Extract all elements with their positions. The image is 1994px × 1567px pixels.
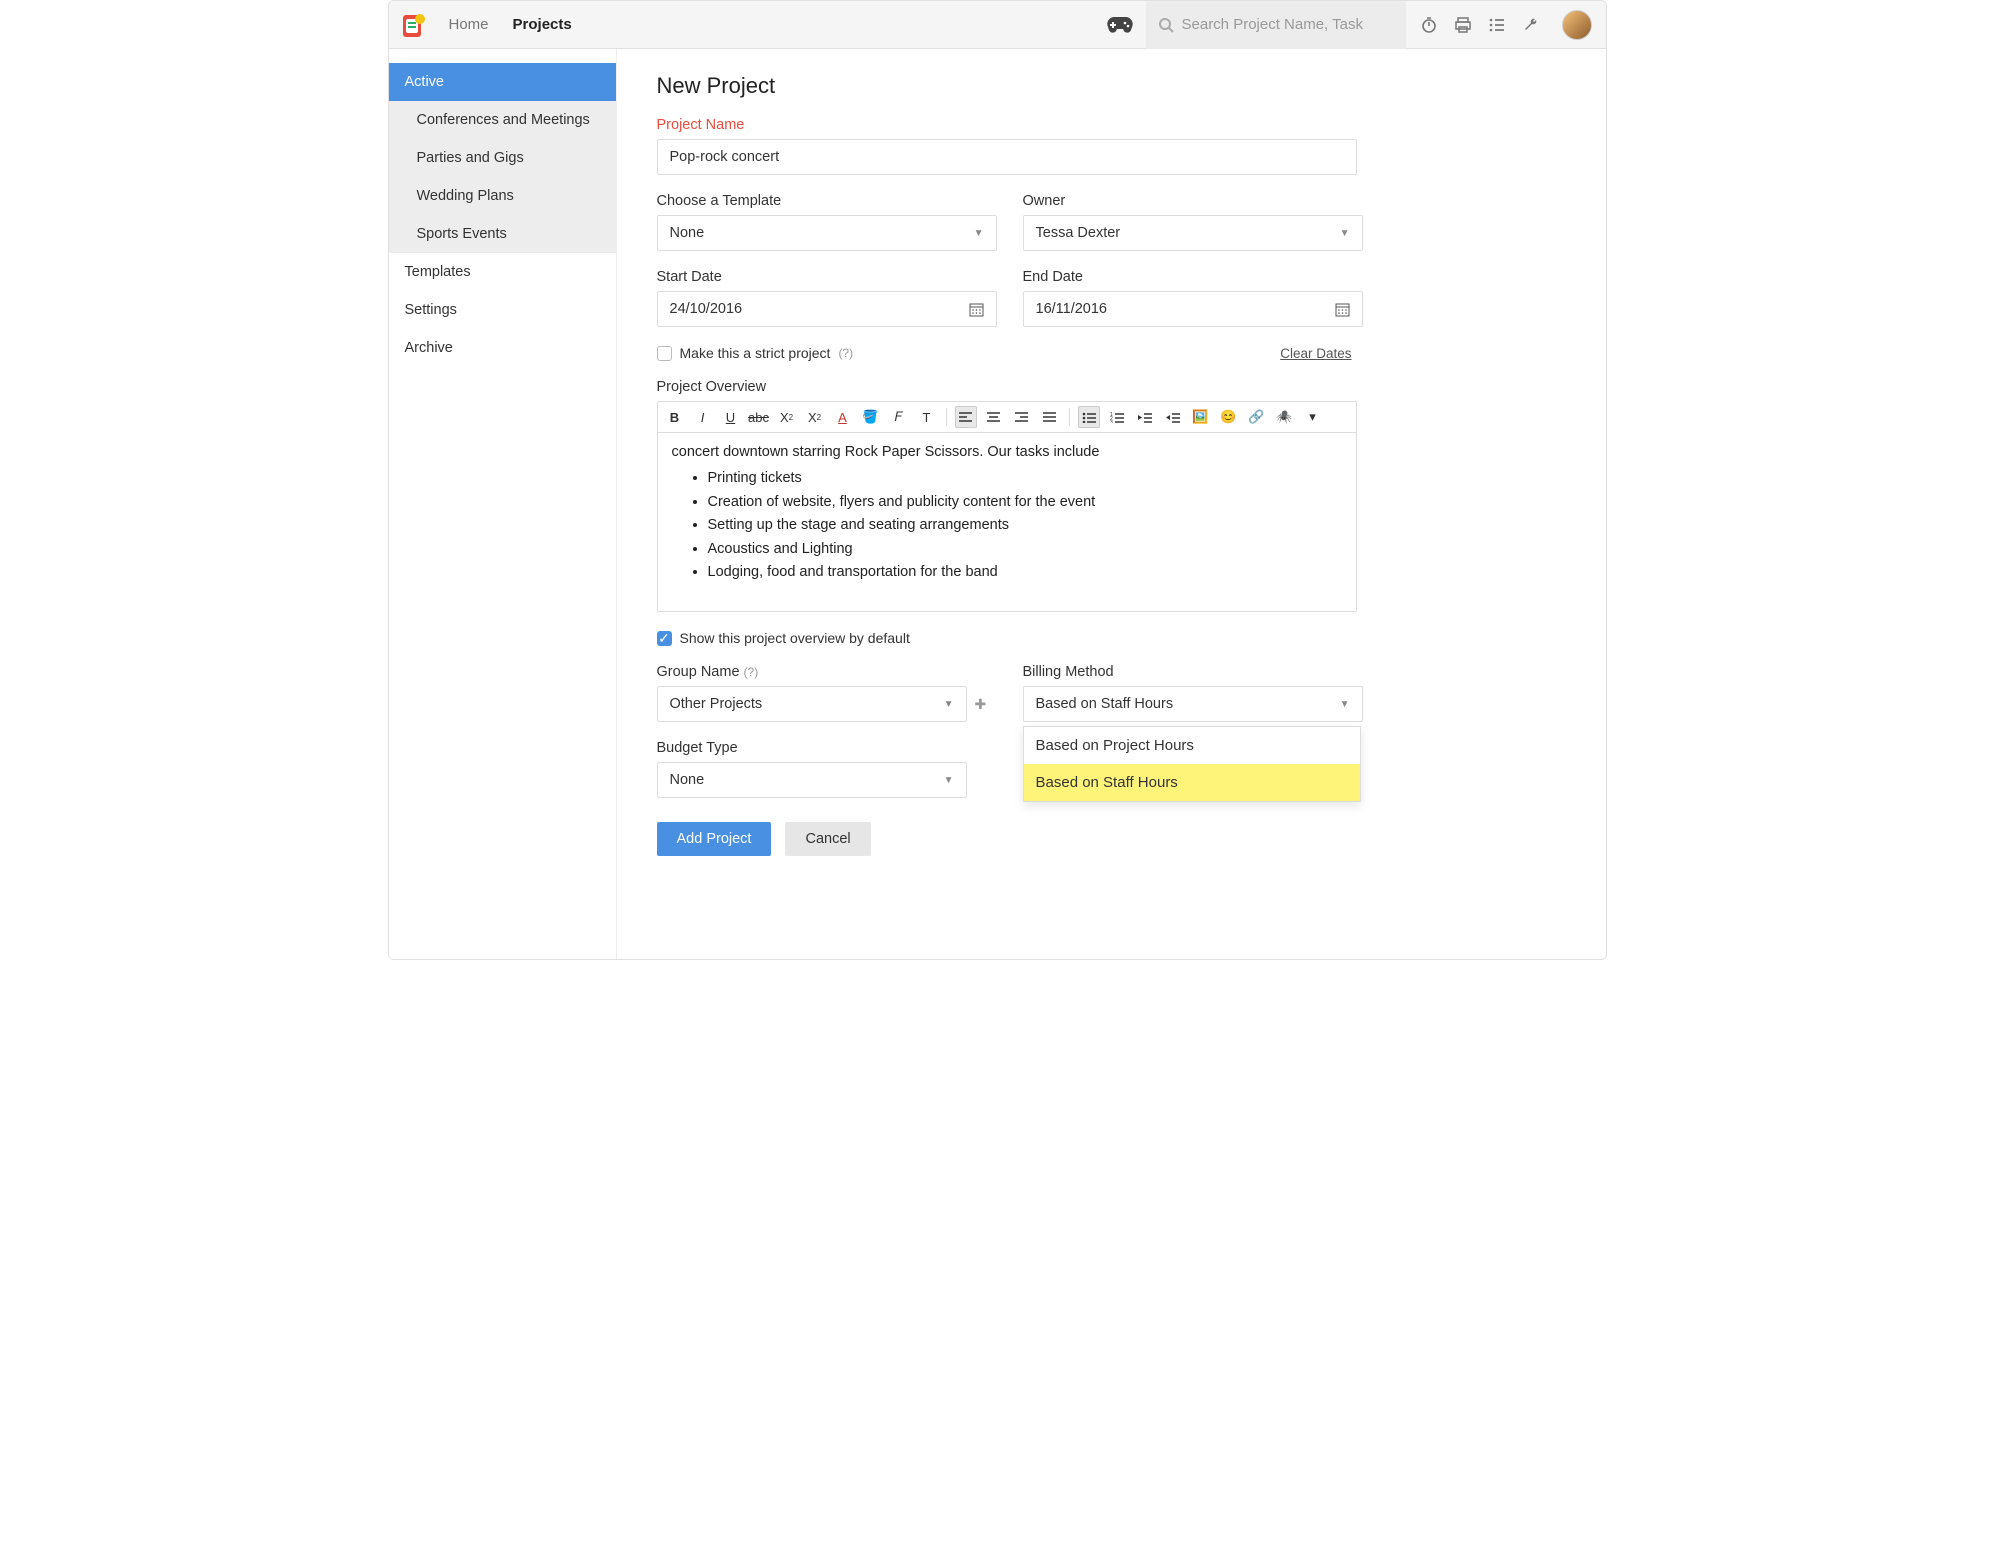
print-icon[interactable] <box>1454 16 1472 34</box>
show-overview-label: Show this project overview by default <box>680 630 910 646</box>
strike-icon[interactable]: abc <box>748 406 770 428</box>
overview-item: Creation of website, flyers and publicit… <box>708 491 1342 513</box>
billing-option-project-hours[interactable]: Based on Project Hours <box>1024 727 1360 764</box>
align-center-icon[interactable] <box>983 406 1005 428</box>
group-select[interactable]: Other Projects ▼ <box>657 686 967 722</box>
indent-icon[interactable] <box>1162 406 1184 428</box>
budget-label: Budget Type <box>657 740 997 756</box>
caret-icon: ▼ <box>944 699 954 710</box>
owner-value: Tessa Dexter <box>1036 225 1121 241</box>
text-color-icon[interactable]: A <box>832 406 854 428</box>
overview-item: Setting up the stage and seating arrange… <box>708 514 1342 536</box>
italic-icon[interactable]: I <box>692 406 714 428</box>
billing-label: Billing Method <box>1023 664 1363 680</box>
sidebar-tab-active[interactable]: Active <box>389 63 616 101</box>
group-label: Group Name (?) <box>657 664 997 680</box>
sidebar-item-sports[interactable]: Sports Events <box>389 215 616 253</box>
underline-icon[interactable]: U <box>720 406 742 428</box>
calendar-icon <box>1335 302 1350 317</box>
strict-help-icon[interactable]: (?) <box>838 346 853 360</box>
end-date-label: End Date <box>1023 269 1363 285</box>
owner-label: Owner <box>1023 193 1363 209</box>
caret-icon: ▼ <box>1340 699 1350 710</box>
sidebar-archive[interactable]: Archive <box>389 329 616 367</box>
show-overview-checkbox[interactable]: ✓ <box>657 631 672 646</box>
app-logo[interactable] <box>389 11 437 39</box>
budget-select[interactable]: None ▼ <box>657 762 967 798</box>
clear-dates-link[interactable]: Clear Dates <box>1280 346 1351 361</box>
overview-item: Acoustics and Lighting <box>708 538 1342 560</box>
link-icon[interactable]: 🔗 <box>1246 406 1268 428</box>
strict-label: Make this a strict project <box>680 345 831 361</box>
billing-dropdown: Based on Project Hours Based on Staff Ho… <box>1023 726 1361 802</box>
end-date-input[interactable]: 16/11/2016 <box>1023 291 1363 327</box>
timer-icon[interactable] <box>1420 16 1438 34</box>
superscript-icon[interactable]: X2 <box>804 406 826 428</box>
start-date-input[interactable]: 24/10/2016 <box>657 291 997 327</box>
project-name-label: Project Name <box>657 117 1566 133</box>
group-value: Other Projects <box>670 696 763 712</box>
nav-projects[interactable]: Projects <box>513 16 572 33</box>
emoji-icon[interactable]: 😊 <box>1218 406 1240 428</box>
svg-text:3: 3 <box>1110 420 1113 423</box>
bold-icon[interactable]: B <box>664 406 686 428</box>
overview-item: Printing tickets <box>708 467 1342 489</box>
bullet-list-icon[interactable] <box>1078 406 1100 428</box>
end-date-value: 16/11/2016 <box>1036 301 1108 317</box>
align-justify-icon[interactable] <box>1039 406 1061 428</box>
overview-item: Lodging, food and transportation for the… <box>708 561 1342 583</box>
strict-checkbox[interactable] <box>657 346 672 361</box>
overview-editor[interactable]: concert downtown starring Rock Paper Sci… <box>657 432 1357 612</box>
template-value: None <box>670 225 705 241</box>
sidebar-templates[interactable]: Templates <box>389 253 616 291</box>
sidebar-item-wedding[interactable]: Wedding Plans <box>389 177 616 215</box>
owner-select[interactable]: Tessa Dexter ▼ <box>1023 215 1363 251</box>
project-name-input[interactable] <box>657 139 1357 175</box>
billing-value: Based on Staff Hours <box>1036 696 1174 712</box>
group-help-icon[interactable]: (?) <box>744 665 759 679</box>
more-icon[interactable]: ▾ <box>1302 406 1324 428</box>
font-size-icon[interactable]: T <box>916 406 938 428</box>
search-box[interactable] <box>1146 1 1406 49</box>
subscript-icon[interactable]: X2 <box>776 406 798 428</box>
start-date-value: 24/10/2016 <box>670 301 743 317</box>
search-input[interactable] <box>1182 16 1394 33</box>
sidebar-settings[interactable]: Settings <box>389 291 616 329</box>
editor-toolbar: B I U abc X2 X2 A 🪣 𝐹 T <box>657 401 1357 432</box>
list-icon[interactable] <box>1488 16 1506 34</box>
code-icon[interactable]: 🕷️ <box>1274 406 1296 428</box>
caret-icon: ▼ <box>1340 228 1350 239</box>
sidebar-item-parties[interactable]: Parties and Gigs <box>389 139 616 177</box>
start-date-label: Start Date <box>657 269 997 285</box>
image-icon[interactable]: 🖼️ <box>1190 406 1212 428</box>
align-right-icon[interactable] <box>1011 406 1033 428</box>
billing-select[interactable]: Based on Staff Hours ▼ <box>1023 686 1363 722</box>
add-project-button[interactable]: Add Project <box>657 822 772 856</box>
align-left-icon[interactable] <box>955 406 977 428</box>
billing-option-staff-hours[interactable]: Based on Staff Hours <box>1024 764 1360 801</box>
cancel-button[interactable]: Cancel <box>785 822 870 856</box>
caret-icon: ▼ <box>944 775 954 786</box>
template-label: Choose a Template <box>657 193 997 209</box>
font-family-icon[interactable]: 𝐹 <box>888 406 910 428</box>
budget-value: None <box>670 772 705 788</box>
overview-intro: concert downtown starring Rock Paper Sci… <box>672 441 1342 463</box>
wrench-icon[interactable] <box>1522 16 1540 34</box>
page-title: New Project <box>657 73 1566 99</box>
bg-color-icon[interactable]: 🪣 <box>860 406 882 428</box>
calendar-icon <box>969 302 984 317</box>
search-icon <box>1158 17 1174 33</box>
overview-label: Project Overview <box>657 379 1363 395</box>
number-list-icon[interactable]: 123 <box>1106 406 1128 428</box>
template-select[interactable]: None ▼ <box>657 215 997 251</box>
nav-home[interactable]: Home <box>449 16 489 33</box>
gamepad-icon[interactable] <box>1106 15 1134 35</box>
add-group-icon[interactable]: ✚ <box>975 696 987 713</box>
sidebar-item-conferences[interactable]: Conferences and Meetings <box>389 101 616 139</box>
outdent-icon[interactable] <box>1134 406 1156 428</box>
user-avatar[interactable] <box>1562 10 1592 40</box>
caret-icon: ▼ <box>974 228 984 239</box>
